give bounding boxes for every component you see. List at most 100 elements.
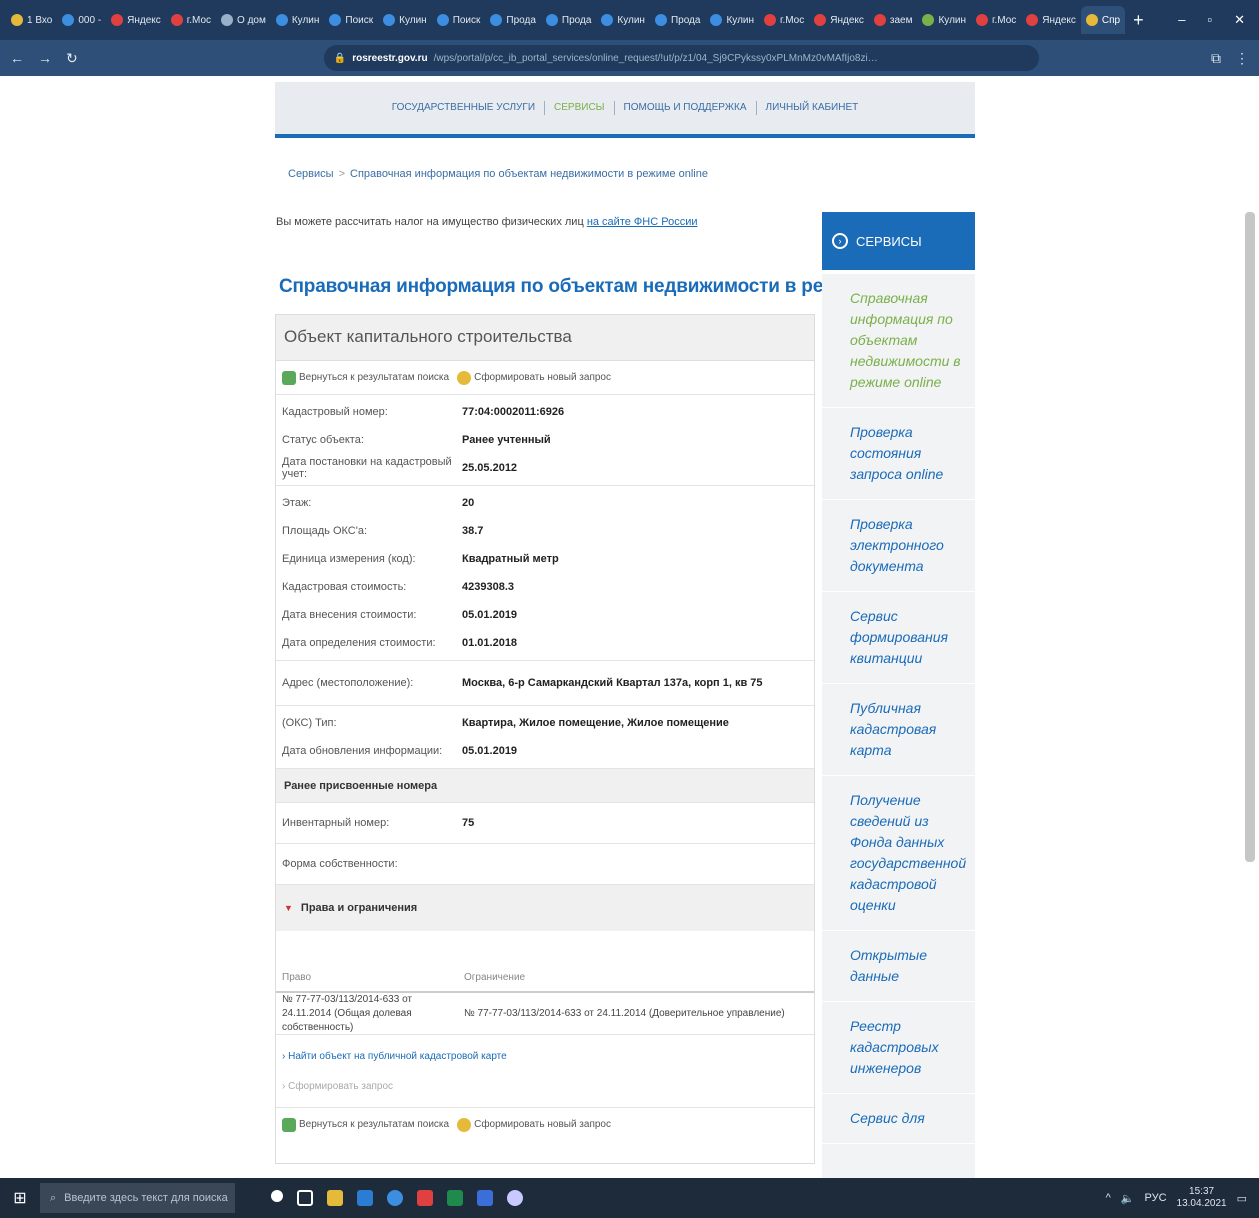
service-link[interactable]: Публичная кадастровая карта bbox=[822, 684, 975, 776]
topnav-item[interactable]: ПОМОЩЬ И ПОДДЕРЖКА bbox=[613, 101, 756, 115]
browser-tab[interactable]: Яндекс bbox=[106, 6, 166, 34]
browser-tab[interactable]: О дом bbox=[216, 6, 271, 34]
rights-toggle[interactable]: ▼ Права и ограничения bbox=[276, 885, 814, 931]
tab-favicon-icon bbox=[601, 14, 614, 26]
task-view-icon[interactable] bbox=[297, 1190, 313, 1206]
close-icon[interactable]: ✕ bbox=[1234, 12, 1245, 28]
browser-tab[interactable]: Поиск bbox=[324, 6, 378, 34]
page-scrollbar[interactable] bbox=[1245, 212, 1255, 862]
new-request-icon bbox=[457, 370, 472, 385]
browser-tab[interactable]: Прода bbox=[650, 6, 706, 34]
system-tray: ^ 🔈 РУС 15:37 13.04.2021 ▭ bbox=[1106, 1186, 1259, 1210]
property-key: Инвентарный номер: bbox=[282, 817, 390, 829]
browser-tab[interactable]: г.Мос bbox=[166, 6, 216, 34]
browser-tab[interactable]: 1 Вхо bbox=[6, 6, 57, 34]
yandex-browser-icon[interactable] bbox=[417, 1190, 433, 1206]
browser-tab[interactable]: Спр bbox=[1080, 6, 1126, 34]
back-to-results-button[interactable]: Вернуться к результатам поиска bbox=[282, 370, 449, 385]
property-row: Форма собственности: bbox=[276, 847, 814, 881]
fns-link[interactable]: на сайте ФНС России bbox=[587, 216, 698, 228]
property-value: 01.01.2018 bbox=[462, 637, 518, 649]
maximize-icon[interactable]: ▫ bbox=[1207, 12, 1212, 28]
browser-tab[interactable]: Яндекс bbox=[1021, 6, 1081, 34]
browser-tab[interactable]: Кулин bbox=[705, 6, 759, 34]
forward-arrow-icon[interactable]: → bbox=[38, 50, 52, 66]
tab-label: Поиск bbox=[452, 14, 481, 26]
topnav-item[interactable]: ЛИЧНЫЙ КАБИНЕТ bbox=[755, 101, 868, 115]
tray-arrow-icon[interactable]: ^ bbox=[1106, 1192, 1111, 1204]
card-links: › Найти объект на публичной кадастровой … bbox=[276, 1035, 814, 1107]
extensions-icon[interactable]: ⧉ bbox=[1211, 50, 1221, 67]
property-group: Адрес (местоположение): Москва, 6-р Самар… bbox=[276, 661, 814, 706]
service-link[interactable]: Сервис формирования квитанции bbox=[822, 592, 975, 684]
browser-tab[interactable]: Кулин bbox=[596, 6, 650, 34]
edge-icon[interactable] bbox=[387, 1190, 403, 1206]
excel-icon[interactable] bbox=[447, 1190, 463, 1206]
address-bar[interactable]: 🔒 rosreestr.gov.ru /wps/portal/p/cc_ib_p… bbox=[323, 45, 1039, 71]
tab-label: заем bbox=[889, 14, 913, 26]
tab-favicon-icon bbox=[922, 14, 935, 26]
back-results-icon bbox=[282, 1117, 296, 1132]
clock[interactable]: 15:37 13.04.2021 bbox=[1177, 1186, 1227, 1210]
file-explorer-icon[interactable] bbox=[327, 1190, 343, 1206]
service-link[interactable]: Открытые данные bbox=[822, 931, 975, 1002]
notifications-icon[interactable]: ▭ bbox=[1237, 1192, 1247, 1205]
back-to-results-button[interactable]: Вернуться к результатам поиска bbox=[282, 1117, 449, 1132]
new-request-button[interactable]: Сформировать новый запрос bbox=[457, 370, 611, 385]
browser-tab[interactable]: Прода bbox=[541, 6, 597, 34]
topnav-item[interactable]: СЕРВИСЫ bbox=[544, 101, 614, 115]
browser-tab[interactable]: Яндекс bbox=[809, 6, 869, 34]
window-controls: – ▫ ✕ bbox=[1178, 12, 1259, 28]
browser-tab[interactable]: 000 - bbox=[57, 6, 106, 34]
breadcrumb-current-link[interactable]: Справочная информация по объектам недвиж… bbox=[350, 168, 708, 180]
property-row: Этаж: 20 bbox=[276, 489, 814, 517]
object-properties: Кадастровый номер: 77:04:0002011:6926 Стат… bbox=[276, 395, 814, 769]
service-link[interactable]: Получение сведений из Фонда данных госуд… bbox=[822, 776, 975, 931]
tab-label: 1 Вхо bbox=[27, 14, 53, 26]
browser-tab[interactable]: заем bbox=[869, 6, 918, 34]
property-value: Квартира, Жилое помещение, Жилое помещен… bbox=[462, 717, 729, 729]
property-value: 05.01.2019 bbox=[462, 609, 518, 621]
property-row: Кадастровый номер: 77:04:0002011:6926 bbox=[276, 398, 814, 426]
browser-tab-strip: 1 Вхо 000 - Яндекс г.Мос О дом Кулин Поиск Кули… bbox=[0, 0, 1259, 40]
reload-icon[interactable]: ↻ bbox=[66, 50, 78, 67]
windows-start-icon[interactable]: ⊞ bbox=[0, 1188, 40, 1208]
service-link[interactable]: Сервис для bbox=[822, 1094, 975, 1144]
browser-tab[interactable]: г.Мос bbox=[759, 6, 809, 34]
find-on-map-link[interactable]: › Найти объект на публичной кадастровой … bbox=[282, 1041, 808, 1071]
store-icon[interactable] bbox=[477, 1190, 493, 1206]
lang-indicator[interactable]: РУС bbox=[1145, 1192, 1167, 1204]
property-row: Кадастровая стоимость: 4239308.3 bbox=[276, 573, 814, 601]
property-key: Этаж: bbox=[282, 497, 312, 509]
service-link[interactable]: Проверка состояния запроса online bbox=[822, 408, 975, 500]
word-icon[interactable] bbox=[357, 1190, 373, 1206]
property-value: Москва, 6-р Самаркандский Квартал 137а, … bbox=[462, 677, 763, 689]
menu-icon[interactable]: ⋮ bbox=[1235, 50, 1249, 67]
taskbar-search[interactable]: ⌕ Введите здесь текст для поиска bbox=[40, 1183, 235, 1213]
browser-tab[interactable]: Кулин bbox=[917, 6, 971, 34]
new-tab-button[interactable]: + bbox=[1125, 10, 1152, 31]
breadcrumb-services-link[interactable]: Сервисы bbox=[288, 168, 334, 180]
new-request-button[interactable]: Сформировать новый запрос bbox=[457, 1117, 611, 1132]
topnav-item[interactable]: ГОСУДАРСТВЕННЫЕ УСЛУГИ bbox=[383, 101, 544, 115]
cortana-icon[interactable] bbox=[271, 1190, 283, 1202]
service-link[interactable]: Реестр кадастровых инженеров bbox=[822, 1002, 975, 1094]
tab-label: Яндекс bbox=[1042, 14, 1076, 26]
rights-table-header: Право Ограничение bbox=[276, 957, 814, 993]
browser-tab[interactable]: Прода bbox=[485, 6, 541, 34]
browser-tab[interactable]: Кулин bbox=[271, 6, 325, 34]
back-arrow-icon[interactable]: ← bbox=[10, 50, 24, 66]
browser-tab[interactable]: г.Мос bbox=[971, 6, 1021, 34]
browser-tab[interactable]: Поиск bbox=[432, 6, 486, 34]
tab-favicon-icon bbox=[436, 14, 449, 26]
service-link[interactable]: Справочная информация по объектам недвиж… bbox=[822, 274, 975, 408]
app-icon[interactable] bbox=[507, 1190, 523, 1206]
minimize-icon[interactable]: – bbox=[1178, 12, 1185, 28]
service-link[interactable]: Проверка электронного документа bbox=[822, 500, 975, 592]
volume-icon[interactable]: 🔈 bbox=[1121, 1192, 1135, 1205]
form-request-link[interactable]: › Сформировать запрос bbox=[282, 1071, 808, 1101]
property-row: Дата постановки на кадастровый учет: 25.0… bbox=[276, 454, 814, 482]
browser-tab[interactable]: Кулин bbox=[378, 6, 432, 34]
prev-numbers-heading: Ранее присвоенные номера bbox=[276, 769, 814, 803]
property-value: 38.7 bbox=[462, 525, 484, 537]
